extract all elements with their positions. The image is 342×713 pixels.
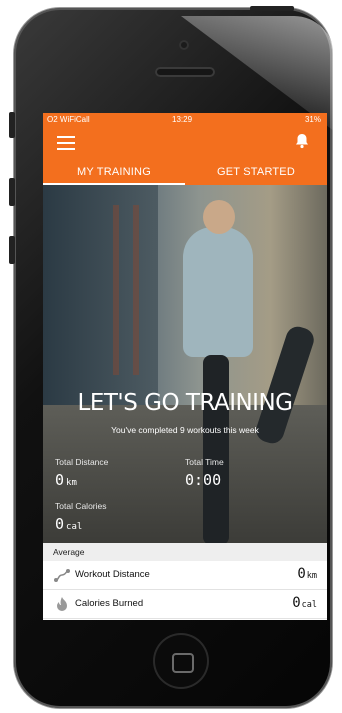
hero-subtitle: You've completed 9 workouts this week xyxy=(111,425,259,435)
route-icon xyxy=(53,567,71,583)
runner-figure xyxy=(183,227,253,357)
total-time-label: Total Time xyxy=(185,457,224,467)
calories-burned-label: Calories Burned xyxy=(75,598,144,609)
home-button-icon xyxy=(172,653,194,673)
total-distance-value: 0 km xyxy=(55,471,77,489)
tab-bar: MY TRAINING GET STARTED xyxy=(43,157,327,185)
app-bar xyxy=(43,127,327,157)
volume-down-button xyxy=(9,236,15,264)
hero-banner: LET'S GO TRAINING You've completed 9 wor… xyxy=(43,185,327,543)
runner-head xyxy=(203,200,235,234)
tab-get-started[interactable]: GET STARTED xyxy=(185,157,327,185)
hero-title: LET'S GO TRAINING xyxy=(77,390,294,416)
tab-my-training[interactable]: MY TRAINING xyxy=(43,157,185,185)
list-item-calories-burned[interactable]: Calories Burned 0cal xyxy=(43,590,327,619)
list-item-workout-distance[interactable]: Workout Distance 0km xyxy=(43,561,327,590)
mute-switch xyxy=(9,112,15,138)
average-section-header: Average xyxy=(43,543,327,561)
total-calories-label: Total Calories xyxy=(55,501,107,511)
status-bar: O2 WiFiCall 13:29 31% xyxy=(43,113,327,127)
bell-icon[interactable] xyxy=(295,133,309,149)
status-time: 13:29 xyxy=(172,115,193,124)
hero-bg-stripe xyxy=(133,205,139,375)
hero-bg-stripe xyxy=(113,205,119,375)
total-distance-label: Total Distance xyxy=(55,457,109,467)
flame-icon xyxy=(53,596,71,612)
earpiece-speaker xyxy=(155,67,215,77)
menu-icon[interactable] xyxy=(57,136,75,150)
app-screen: O2 WiFiCall 13:29 31% MY TRAINING GET ST… xyxy=(43,113,327,620)
workout-distance-value: 0km xyxy=(297,566,317,582)
total-calories-value: 0 cal xyxy=(55,515,83,533)
total-time-value: 0:00 xyxy=(185,471,222,489)
calories-burned-value: 0cal xyxy=(292,595,317,611)
average-heading: Average xyxy=(53,547,85,557)
workout-distance-label: Workout Distance xyxy=(75,569,150,580)
runner-leg xyxy=(203,355,229,543)
front-camera xyxy=(179,40,189,50)
volume-up-button xyxy=(9,178,15,206)
carrier-label: O2 WiFiCall xyxy=(47,115,90,124)
battery-level: 31% xyxy=(304,115,321,124)
power-button xyxy=(250,6,294,11)
